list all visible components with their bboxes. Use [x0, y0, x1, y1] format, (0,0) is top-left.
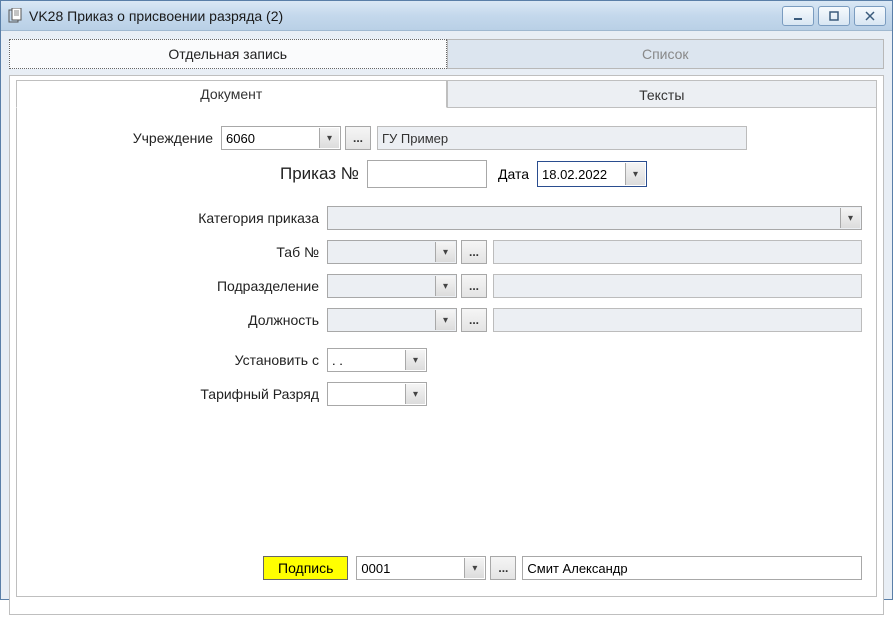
titlebar: VK28 Приказ о присвоении разряда (2)	[1, 1, 892, 31]
maximize-button[interactable]	[818, 6, 850, 26]
tab-document[interactable]: Документ	[16, 80, 447, 108]
label-date: Дата	[487, 166, 537, 182]
date-input[interactable]: 18.02.2022 ▾	[537, 161, 647, 187]
signature-code-combo[interactable]: 0001 ▾	[356, 556, 486, 580]
department-lookup-button[interactable]: ...	[461, 274, 487, 298]
label-set-from: Установить с	[31, 352, 327, 368]
position-name-display	[493, 308, 862, 332]
inner-tabs: Документ Тексты	[16, 80, 877, 108]
main-panel: Документ Тексты Учреждение 6060 ▾ ... ГУ…	[9, 75, 884, 615]
institution-name-display: ГУ Пример	[377, 126, 747, 150]
row-signature: Подпись 0001 ▾ ... Смит Александр	[31, 556, 862, 580]
chevron-down-icon[interactable]: ▾	[464, 558, 484, 578]
signature-lookup-button[interactable]: ...	[490, 556, 516, 580]
order-category-select[interactable]: ▾	[327, 206, 862, 230]
tariff-grade-select[interactable]: ▾	[327, 382, 427, 406]
row-set-from: Установить с . . ▾	[31, 348, 862, 372]
chevron-down-icon[interactable]: ▾	[625, 163, 645, 185]
signature-button[interactable]: Подпись	[263, 556, 348, 580]
content-area: Отдельная запись Список Документ Тексты …	[1, 31, 892, 623]
label-tab-no: Таб №	[31, 244, 327, 260]
label-position: Должность	[31, 312, 327, 328]
position-combo[interactable]: ▾	[327, 308, 457, 332]
row-tab-no: Таб № ▾ ...	[31, 240, 862, 264]
row-order-date: Приказ № Дата 18.02.2022 ▾	[31, 160, 862, 188]
tab-texts[interactable]: Тексты	[447, 80, 878, 108]
tab-no-combo[interactable]: ▾	[327, 240, 457, 264]
top-tabs: Отдельная запись Список	[9, 39, 884, 69]
department-combo[interactable]: ▾	[327, 274, 457, 298]
minimize-button[interactable]	[782, 6, 814, 26]
chevron-down-icon[interactable]: ▾	[435, 242, 455, 262]
set-from-value: . .	[332, 353, 343, 368]
label-order-category: Категория приказа	[31, 210, 327, 226]
label-order-no: Приказ №	[31, 164, 367, 184]
tab-no-name-display	[493, 240, 862, 264]
set-from-date[interactable]: . . ▾	[327, 348, 427, 372]
label-tariff-grade: Тарифный Разряд	[31, 386, 327, 402]
chevron-down-icon[interactable]: ▾	[435, 310, 455, 330]
chevron-down-icon[interactable]: ▾	[405, 350, 425, 370]
row-institution: Учреждение 6060 ▾ ... ГУ Пример	[31, 126, 862, 150]
window-title: VK28 Приказ о присвоении разряда (2)	[29, 8, 782, 24]
row-tariff-grade: Тарифный Разряд ▾	[31, 382, 862, 406]
date-value: 18.02.2022	[542, 167, 607, 182]
chevron-down-icon[interactable]: ▾	[319, 128, 339, 148]
institution-lookup-button[interactable]: ...	[345, 126, 371, 150]
row-position: Должность ▾ ...	[31, 308, 862, 332]
app-icon	[7, 8, 23, 24]
row-order-category: Категория приказа ▾	[31, 206, 862, 230]
chevron-down-icon[interactable]: ▾	[405, 384, 425, 404]
chevron-down-icon[interactable]: ▾	[840, 208, 860, 228]
window-controls	[782, 6, 886, 26]
label-institution: Учреждение	[31, 130, 221, 146]
order-no-input[interactable]	[367, 160, 487, 188]
document-form: Учреждение 6060 ▾ ... ГУ Пример Приказ №…	[16, 107, 877, 597]
row-department: Подразделение ▾ ...	[31, 274, 862, 298]
tab-list[interactable]: Список	[447, 39, 885, 69]
position-lookup-button[interactable]: ...	[461, 308, 487, 332]
chevron-down-icon[interactable]: ▾	[435, 276, 455, 296]
department-name-display	[493, 274, 862, 298]
tab-no-lookup-button[interactable]: ...	[461, 240, 487, 264]
close-button[interactable]	[854, 6, 886, 26]
label-department: Подразделение	[31, 278, 327, 294]
institution-code-combo[interactable]: 6060 ▾	[221, 126, 341, 150]
signature-code-value: 0001	[361, 561, 390, 576]
tab-single-record[interactable]: Отдельная запись	[9, 39, 447, 69]
window: VK28 Приказ о присвоении разряда (2) Отд…	[0, 0, 893, 600]
signature-name-display: Смит Александр	[522, 556, 862, 580]
institution-code-value: 6060	[226, 131, 255, 146]
